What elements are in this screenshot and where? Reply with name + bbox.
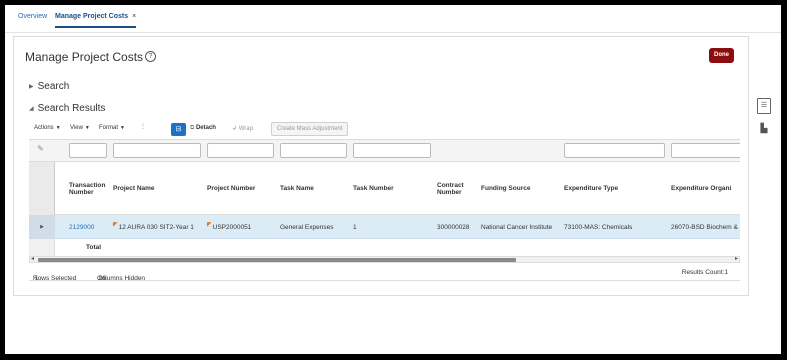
rows-selected: Rows Selected 1 bbox=[33, 269, 76, 282]
total-row: Total bbox=[29, 239, 740, 256]
cell-expenditure-type: 73100-MAS: Chemicals bbox=[564, 223, 633, 231]
create-mass-adjustment-button[interactable]: Create Mass Adjustment bbox=[271, 122, 349, 136]
format-label: Format bbox=[99, 125, 119, 131]
pencil-icon: ✎ bbox=[37, 144, 44, 153]
cell-task-name: General Expenses bbox=[280, 223, 334, 231]
filter-project-name[interactable] bbox=[113, 143, 201, 158]
chevron-down-icon: ▼ bbox=[84, 125, 90, 131]
col-header-expenditure-type[interactable]: Expenditure Type bbox=[564, 162, 618, 215]
chevron-down-icon: ▼ bbox=[120, 125, 125, 131]
col-header-project-name[interactable]: Project Name bbox=[113, 162, 155, 215]
document-icon[interactable]: ☰ bbox=[757, 98, 771, 114]
columns-hidden-value: 86 bbox=[98, 275, 107, 282]
rows-selected-label: Rows Selected bbox=[33, 275, 77, 282]
cell-contract-number: 300000028 bbox=[437, 223, 470, 231]
view-label: View bbox=[70, 125, 83, 131]
flag-icon: ◤ bbox=[207, 222, 212, 228]
col-header-task-name[interactable]: Task Name bbox=[280, 162, 314, 215]
actions-label: Actions bbox=[34, 125, 54, 131]
tab-overview[interactable]: Overview bbox=[18, 13, 47, 20]
cell-transaction-number[interactable]: 2129000 bbox=[69, 215, 94, 239]
cell-project-number: ◤ USP2000051 bbox=[207, 215, 251, 239]
wrap-icon: ↲ bbox=[232, 126, 238, 132]
cell-project-name: ◤ 12 AURA 030 SIT2-Year 1 bbox=[113, 215, 194, 239]
done-button[interactable]: Done bbox=[709, 48, 734, 63]
close-icon[interactable]: × bbox=[132, 13, 136, 20]
actions-menu[interactable]: Actions ▼ bbox=[34, 125, 61, 131]
filter-expenditure-type[interactable] bbox=[564, 143, 665, 158]
search-results-section-toggle[interactable]: ◢ Search Results bbox=[29, 103, 105, 114]
col-header-expenditure-organization[interactable]: Expenditure Organi bbox=[671, 162, 731, 215]
main-panel: Manage Project Costs ? Done ▶ Search ◢ Sea… bbox=[13, 36, 749, 296]
tab-manage-project-costs[interactable]: Manage Project Costs × bbox=[55, 13, 137, 28]
horizontal-scrollbar[interactable]: ◂ ▸ bbox=[29, 256, 740, 263]
scroll-left-icon[interactable]: ◂ bbox=[31, 255, 34, 262]
chevron-down-icon: ▼ bbox=[55, 125, 61, 131]
search-section-toggle[interactable]: ▶ Search bbox=[29, 81, 69, 92]
detach-label: Detach bbox=[195, 125, 216, 131]
status-bar: Rows Selected 1 Columns Hidden 86 Result… bbox=[29, 263, 740, 282]
row-expand-icon[interactable]: ▶ bbox=[29, 215, 55, 239]
col-header-project-number[interactable]: Project Number bbox=[207, 162, 255, 215]
results-table: ✎ Transaction Number Project Name Projec… bbox=[29, 139, 740, 256]
view-menu[interactable]: View ▼ bbox=[70, 125, 90, 131]
tab-label: Manage Project Costs bbox=[55, 13, 129, 20]
cell-task-number: 1 bbox=[353, 223, 357, 231]
rows-selected-value: 1 bbox=[34, 275, 39, 282]
columns-hidden: Columns Hidden 86 bbox=[97, 269, 145, 282]
filter-transaction-number[interactable] bbox=[69, 143, 107, 158]
scroll-right-icon[interactable]: ▸ bbox=[735, 255, 738, 262]
query-by-example-icon[interactable]: ⊟ bbox=[171, 123, 186, 136]
header-row: Transaction Number Project Name Project … bbox=[29, 162, 740, 215]
detach-button[interactable]: ⧉ Detach bbox=[190, 125, 216, 132]
filter-row: ✎ bbox=[29, 140, 740, 162]
search-results-label: Search Results bbox=[37, 103, 106, 114]
total-lead-cell bbox=[29, 239, 55, 256]
filter-expenditure-organization[interactable] bbox=[671, 143, 740, 158]
project-name-value: 12 AURA 030 SIT2-Year 1 bbox=[118, 223, 194, 231]
col-header-transaction-number[interactable]: Transaction Number bbox=[69, 162, 111, 215]
cell-expenditure-organization: 26070-BSD Biochem & bbox=[671, 223, 738, 231]
filter-project-number[interactable] bbox=[207, 143, 274, 158]
search-section-label: Search bbox=[37, 81, 70, 92]
table-row[interactable]: ▶ 2129000 ◤ 12 AURA 030 SIT2-Year 1 ◤ USP2… bbox=[29, 215, 740, 239]
cell-funding-source: National Cancer Institute bbox=[481, 223, 553, 231]
wrap-button[interactable]: ↲ Wrap bbox=[232, 125, 253, 132]
filter-task-name[interactable] bbox=[280, 143, 347, 158]
project-number-value: USP2000051 bbox=[212, 223, 252, 231]
total-label: Total bbox=[86, 244, 102, 251]
tab-bar: Overview Manage Project Costs × bbox=[5, 5, 781, 33]
freeze-icon[interactable]: ⫶ bbox=[142, 122, 144, 132]
filter-task-number[interactable] bbox=[353, 143, 431, 158]
wrap-label: Wrap bbox=[238, 126, 253, 132]
header-lead-cell bbox=[29, 162, 55, 215]
help-icon[interactable]: ? bbox=[145, 51, 156, 62]
page-title: Manage Project Costs bbox=[25, 50, 144, 64]
app-window: Overview Manage Project Costs × Manage Pr… bbox=[5, 5, 781, 354]
detach-icon: ⧉ bbox=[190, 125, 195, 131]
col-header-contract-number[interactable]: Contract Number bbox=[437, 162, 473, 215]
expand-triangle-icon: ▶ bbox=[29, 84, 34, 90]
col-header-task-number[interactable]: Task Number bbox=[353, 162, 394, 215]
collapse-triangle-icon: ◢ bbox=[29, 106, 34, 112]
col-header-funding-source[interactable]: Funding Source bbox=[481, 162, 530, 215]
results-count: Results Count:1 bbox=[681, 269, 728, 276]
chart-icon[interactable]: ▙ bbox=[757, 123, 771, 139]
format-menu[interactable]: Format ▼ bbox=[99, 125, 125, 131]
flag-icon: ◤ bbox=[113, 222, 118, 228]
scrollbar-thumb[interactable] bbox=[38, 258, 516, 262]
